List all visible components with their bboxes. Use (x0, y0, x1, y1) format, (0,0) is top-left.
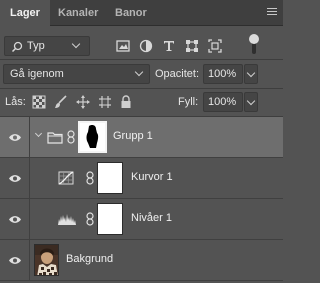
divider (0, 59, 283, 60)
adjustment-filter-icon[interactable] (138, 38, 154, 54)
chevron-down-icon (71, 39, 81, 49)
fill-dropdown[interactable] (244, 92, 258, 112)
chevron-down-icon (246, 96, 256, 106)
layer-row-kurvor-1[interactable]: Kurvor 1 (0, 158, 283, 199)
mask-silhouette-icon (80, 123, 105, 151)
layer-name[interactable]: Kurvor 1 (131, 171, 173, 183)
lock-image-pixels-icon[interactable] (54, 95, 68, 109)
fill-field[interactable]: 100% (203, 92, 243, 112)
mask-thumbnail[interactable] (78, 121, 107, 153)
chevron-down-icon (246, 68, 256, 78)
portrait-image (35, 245, 58, 275)
eye-icon[interactable] (8, 133, 22, 142)
filter-toggle[interactable] (249, 34, 259, 54)
tab-kanaler[interactable]: Kanaler (58, 0, 98, 26)
folder-icon (47, 132, 63, 144)
eye-icon[interactable] (8, 215, 22, 224)
blend-mode-select[interactable]: Gå igenom (3, 64, 150, 84)
lock-transparent-pixels-icon[interactable] (32, 95, 46, 109)
layer-name[interactable]: Nivåer 1 (131, 212, 172, 224)
visibility-cell[interactable] (0, 199, 30, 239)
lock-all-icon[interactable] (119, 95, 133, 109)
layer-row-grupp-1[interactable]: Grupp 1 (0, 117, 283, 158)
filter-type-label: Typ (27, 40, 45, 52)
layer-name[interactable]: Bakgrund (66, 253, 113, 265)
image-filter-icon[interactable] (115, 38, 131, 54)
layer-row-nivaer-1[interactable]: Nivåer 1 (0, 199, 283, 240)
mask-thumbnail[interactable] (97, 162, 123, 194)
background-image-thumbnail[interactable] (34, 244, 59, 276)
layers-panel: Lager Kanaler Banor Typ Gå igenom Opacit… (0, 0, 283, 283)
chevron-down-icon (134, 67, 144, 77)
lock-artboard-icon[interactable] (98, 95, 112, 109)
tab-bar: Lager Kanaler Banor (0, 0, 283, 27)
layer-row-bakgrund[interactable]: Bakgrund (0, 240, 283, 281)
filter-type-select[interactable]: Typ (4, 36, 90, 56)
tab-lager[interactable]: Lager (0, 0, 50, 27)
tab-banor[interactable]: Banor (115, 0, 147, 26)
link-icon[interactable] (67, 130, 75, 144)
shape-filter-icon[interactable] (184, 38, 200, 54)
eye-icon[interactable] (8, 256, 22, 265)
visibility-cell[interactable] (0, 117, 30, 157)
link-icon[interactable] (86, 212, 94, 226)
opacity-field[interactable]: 100% (203, 64, 243, 84)
eye-icon[interactable] (8, 174, 22, 183)
fill-label: Fyll: (178, 96, 199, 108)
expand-chevron-icon[interactable] (34, 129, 43, 138)
layer-name[interactable]: Grupp 1 (113, 130, 153, 142)
lock-label: Lås: (5, 96, 26, 108)
curves-icon (58, 171, 74, 185)
fill-value: 100% (208, 96, 237, 108)
divider (0, 88, 283, 89)
mask-thumbnail[interactable] (97, 203, 123, 235)
opacity-dropdown[interactable] (244, 64, 258, 84)
blend-mode-value: Gå igenom (10, 68, 64, 80)
visibility-cell[interactable] (0, 240, 30, 280)
smart-object-filter-icon[interactable] (207, 38, 223, 54)
visibility-cell[interactable] (0, 158, 30, 198)
panel-menu-icon[interactable] (267, 8, 277, 16)
layers-list: Grupp 1 Kurvor 1 Nivåer 1 Bakgrund (0, 117, 283, 283)
levels-histogram-icon (58, 214, 76, 225)
type-filter-icon[interactable] (161, 38, 177, 54)
opacity-label: Opacitet: (155, 68, 200, 80)
lock-position-icon[interactable] (76, 95, 90, 109)
search-icon (11, 41, 23, 53)
opacity-value: 100% (208, 68, 237, 80)
link-icon[interactable] (86, 171, 94, 185)
